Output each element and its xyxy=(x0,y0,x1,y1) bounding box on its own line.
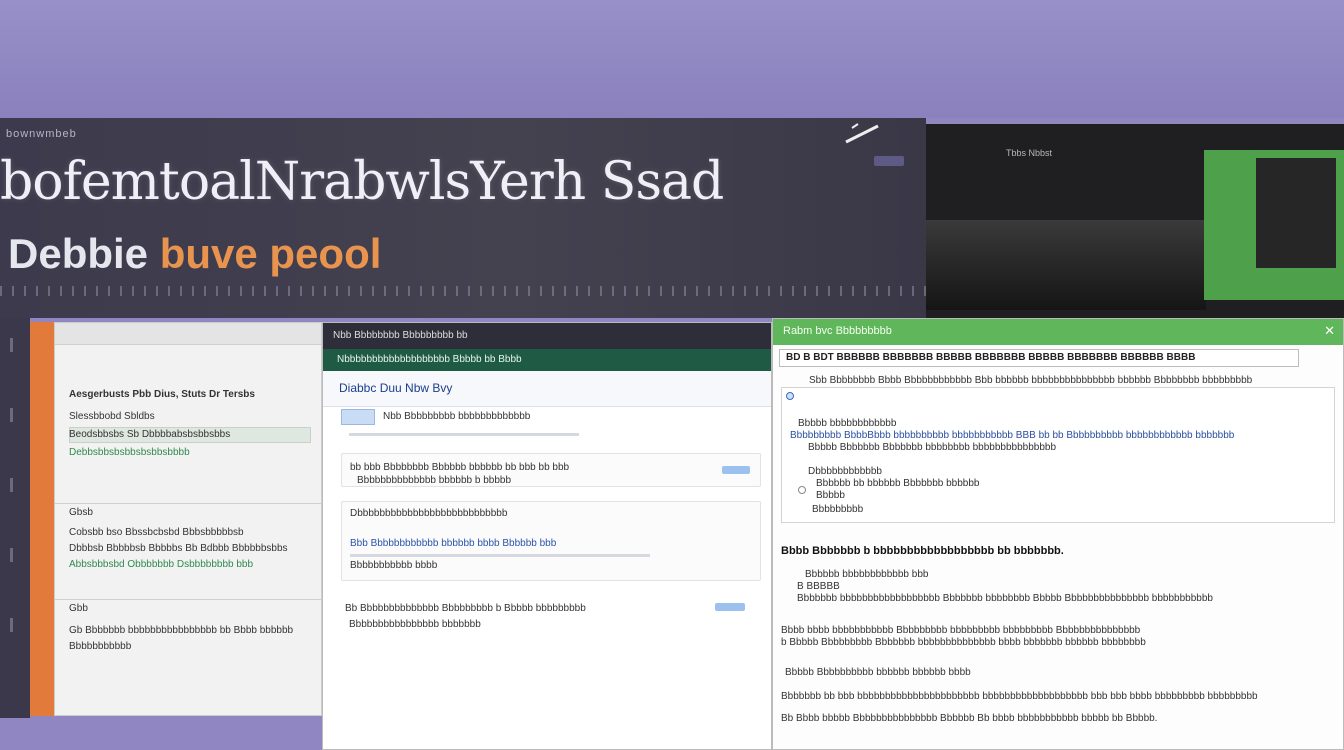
list-item[interactable]: Dbbbsb Bbbbbsb Bbbbbs Bb Bdbbb Bbbbbbsbb… xyxy=(69,543,288,554)
background-band xyxy=(0,0,1344,118)
center-row: Bbbbbbbbbbbbbbbb bbbbbbb xyxy=(349,619,481,630)
list-item[interactable]: Abbsbbbsbd Obbbbbbb Dsbbbbbbbb bbb xyxy=(69,559,253,570)
radio-button[interactable] xyxy=(786,392,794,400)
left-window-toolbar xyxy=(55,323,321,345)
radio-button[interactable] xyxy=(798,486,806,494)
left-header: Aesgerbusts Pbb Dius, Stuts Dr Tersbs xyxy=(69,389,255,400)
center-titlebar: Nbb Bbbbbbbb Bbbbbbbbb bb xyxy=(323,323,771,349)
close-icon[interactable]: ✕ xyxy=(1324,323,1335,339)
strip-mark xyxy=(10,548,13,562)
center-card[interactable]: Dbbbbbbbbbbbbbbbbbbbbbbbbbbb Bbb Bbbbbbb… xyxy=(341,501,761,581)
option-description: Bbbbb Bbbbbbb Bbbbbbb bbbbbbbb bbbbbbbbb… xyxy=(808,442,1057,453)
status-chip[interactable] xyxy=(722,466,750,474)
video-dark-object xyxy=(1256,158,1336,268)
option-title: Bbbbb bbbbbbbbbbbb xyxy=(798,418,897,429)
hero-banner: bownwmbeb bofemtoalNrabwlsYerh Ssad Debb… xyxy=(0,118,926,318)
section-body: Bbbbbbb bb bbb bbbbbbbbbbbbbbbbbbbbbb bb… xyxy=(781,691,1258,702)
center-tab[interactable] xyxy=(341,409,375,425)
section-sub: B BBBBB xyxy=(797,581,840,592)
list-item[interactable]: Bbbbbbbbbbb xyxy=(69,641,131,652)
strip-mark xyxy=(10,478,13,492)
option-title: Bbbbbbbbb xyxy=(812,504,864,515)
strip-mark xyxy=(10,408,13,422)
hero-subtitle: Debbie buve peool xyxy=(8,230,381,278)
strip-mark xyxy=(10,618,13,632)
strip-mark xyxy=(10,338,13,352)
list-item[interactable]: Gbsb xyxy=(69,507,93,518)
option-description: Bbbbb xyxy=(816,490,845,501)
list-item[interactable]: Gb Bbbbbbb bbbbbbbbbbbbbbbb bb Bbbb bbbb… xyxy=(69,625,293,636)
center-row: Bbbbbbbbbbb bbbb xyxy=(350,560,438,571)
center-row: bb bbb Bbbbbbbb Bbbbbb bbbbbb bb bbb bb … xyxy=(350,462,570,473)
video-scene xyxy=(926,220,1206,310)
video-panel[interactable]: Tbbs Nbbst xyxy=(926,124,1344,318)
section-body: Bbbb bbbb bbbbbbbbbbb Bbbbbbbbb bbbbbbbb… xyxy=(781,625,1141,636)
address-field[interactable]: BD B BDT BBBBBB BBBBBBB BBBBB BBBBBBB BB… xyxy=(779,349,1299,367)
hero-tick-strip xyxy=(0,286,926,296)
hero-subtitle-white: Debbie xyxy=(8,230,149,277)
section-sub: Bbbbbb bbbbbbbbbbbb bbb xyxy=(805,569,929,580)
center-heading: Diabbc Duu Nbw Bvy xyxy=(323,371,771,407)
center-row: Nbb Bbbbbbbbb bbbbbbbbbbbbb xyxy=(383,411,531,422)
section-sub: Bbbbb Bbbbbbbbbb bbbbbb bbbbbb bbbb xyxy=(785,667,971,678)
left-dark-strip xyxy=(0,318,30,718)
pen-icon xyxy=(845,123,879,144)
center-green-bar: Nbbbbbbbbbbbbbbbbbbb Bbbbb bb Bbbb xyxy=(323,349,771,371)
intro-text: Sbb Bbbbbbbb Bbbb Bbbbbbbbbbbb Bbb bbbbb… xyxy=(809,375,1253,386)
progress-line xyxy=(350,554,650,557)
center-row: Bb Bbbbbbbbbbbbbb Bbbbbbbbb b Bbbbb bbbb… xyxy=(345,603,586,614)
video-title: Tbbs Nbbst xyxy=(1006,148,1053,158)
list-item[interactable]: Debbsbbsbsbbsbsbbsbbbb xyxy=(69,447,190,458)
right-titlebar: Rabm bvc Bbbbbbbbb xyxy=(773,319,1343,345)
option-description: Bbbbbbbbb BbbbBbbb bbbbbbbbbb bbbbbbbbbb… xyxy=(790,430,1235,441)
section-body: Bbbbbbb bbbbbbbbbbbbbbbbbb Bbbbbbb bbbbb… xyxy=(797,593,1213,604)
section-body: b Bbbbb Bbbbbbbbb Bbbbbbb bbbbbbbbbbbbbb… xyxy=(781,637,1146,648)
divider xyxy=(55,599,321,600)
right-window: Rabm bvc Bbbbbbbbb ✕ BD B BDT BBBBBB BBB… xyxy=(772,318,1344,750)
list-item[interactable]: Gbb xyxy=(69,603,88,614)
center-row: Bbbbbbbbbbbbbb bbbbbb b bbbbb xyxy=(357,475,512,486)
section-title: Bbbb Bbbbbbb b bbbbbbbbbbbbbbbbbb bb bbb… xyxy=(781,545,1064,557)
status-chip[interactable] xyxy=(715,603,745,611)
center-window: Nbb Bbbbbbbb Bbbbbbbbb bb Nbbbbbbbbbbbbb… xyxy=(322,322,772,750)
left-orange-sidebar[interactable] xyxy=(30,322,54,716)
list-item[interactable]: Cobsbb bso Bbssbcbsbd Bbbsbbbbbsb xyxy=(69,527,244,538)
option-description: Bbbbbb bb bbbbbb Bbbbbbb bbbbbb xyxy=(816,478,980,489)
hero-badge xyxy=(874,156,904,166)
center-row: Bbb Bbbbbbbbbbbb bbbbbb bbbb Bbbbbb bbb xyxy=(350,538,557,549)
hero-kicker: bownwmbeb xyxy=(6,128,77,140)
center-row: Dbbbbbbbbbbbbbbbbbbbbbbbbbbb xyxy=(350,508,508,519)
section-body: Bb Bbbb bbbbb Bbbbbbbbbbbbbbb Bbbbbb Bb … xyxy=(781,713,1158,724)
hero-title: bofemtoalNrabwlsYerh Ssad xyxy=(0,152,724,212)
divider xyxy=(55,503,321,504)
options-box: Bbbbb bbbbbbbbbbbb Bbbbbbbbb BbbbBbbb bb… xyxy=(781,387,1335,523)
option-title: Dbbbbbbbbbbbb xyxy=(808,466,882,477)
left-window: Aesgerbusts Pbb Dius, Stuts Dr Tersbs Sl… xyxy=(54,322,322,716)
list-item[interactable]: Slessbbobd Sbldbs xyxy=(69,411,155,422)
hero-subtitle-orange: buve peool xyxy=(159,230,382,277)
progress-line xyxy=(349,433,579,436)
list-item[interactable]: Beodsbbsbs Sb Dbbbbabsbsbbsbbs xyxy=(69,429,230,440)
